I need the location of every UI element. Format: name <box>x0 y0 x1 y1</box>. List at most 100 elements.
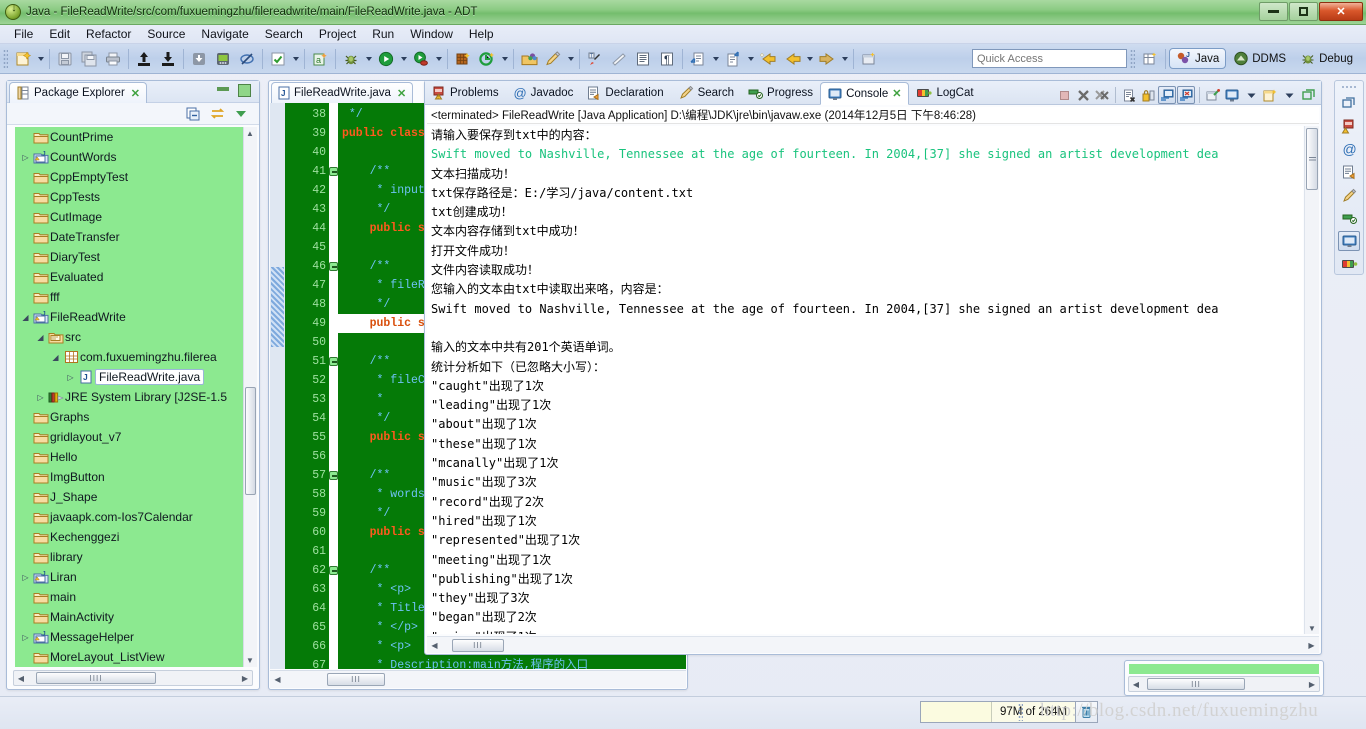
tab-filereadwrite-java[interactable]: J FileReadWrite.java ✕ <box>271 82 414 103</box>
tab-package-explorer[interactable]: Package Explorer ✕ <box>9 82 147 103</box>
save-all-icon[interactable] <box>78 48 100 70</box>
check-icon[interactable] <box>267 48 289 70</box>
menu-file[interactable]: File <box>6 26 41 42</box>
export-icon[interactable] <box>133 48 155 70</box>
tree-item[interactable]: javaapk.com-Ios7Calendar <box>15 507 243 527</box>
menu-source[interactable]: Source <box>139 26 193 42</box>
close-icon[interactable]: ✕ <box>131 87 140 100</box>
show-whitespace-icon[interactable]: ¶ <box>656 48 678 70</box>
progress-icon[interactable] <box>1338 208 1360 228</box>
expand-arrow-icon[interactable]: ▷ <box>64 373 77 382</box>
run-icon[interactable] <box>375 48 397 70</box>
show-console-on-output-icon[interactable] <box>1158 86 1176 104</box>
minimize-button[interactable] <box>1259 2 1288 21</box>
hscroll-thumb[interactable]: III <box>327 673 385 686</box>
tab-logcat[interactable]: LogCat <box>909 82 980 104</box>
scroll-left-arrow[interactable]: ◀ <box>427 641 442 650</box>
import-icon[interactable] <box>157 48 179 70</box>
restore-button[interactable] <box>1289 2 1318 21</box>
tree-item[interactable]: ▷ J MessageHelper <box>15 627 243 647</box>
tree-item[interactable]: ▷ JRE System Library [J2SE-1.5 <box>15 387 243 407</box>
tree-item[interactable]: CppTests <box>15 187 243 207</box>
menu-project[interactable]: Project <box>311 26 364 42</box>
console-vscrollbar[interactable]: ▲ ▼ <box>1304 126 1319 634</box>
scroll-right-arrow[interactable]: ▶ <box>238 674 252 683</box>
menu-help[interactable]: Help <box>461 26 502 42</box>
menu-run[interactable]: Run <box>364 26 402 42</box>
tree-item[interactable]: ◢ com.fuxuemingzhu.filerea <box>15 347 243 367</box>
editor-hscrollbar[interactable]: ◀ III <box>270 670 686 688</box>
fold-collapse-icon[interactable] <box>329 167 338 176</box>
package-explorer-vscrollbar[interactable]: ▲ ▼ <box>243 127 257 667</box>
tab-search[interactable]: Search <box>671 82 741 104</box>
tree-item[interactable]: ▷ J CountWords <box>15 147 243 167</box>
tree-item[interactable]: ◢ src <box>15 327 243 347</box>
new-wizard-icon[interactable] <box>12 48 34 70</box>
menu-navigate[interactable]: Navigate <box>193 26 256 42</box>
tree-item[interactable]: ImgButton <box>15 467 243 487</box>
expand-arrow-icon[interactable]: ◢ <box>34 333 47 342</box>
back-icon[interactable] <box>781 48 803 70</box>
close-icon[interactable]: ✕ <box>892 87 901 100</box>
expand-arrow-icon[interactable]: ◢ <box>49 353 62 362</box>
remove-launch-icon[interactable] <box>1074 86 1092 104</box>
clear-console-icon[interactable] <box>1120 86 1138 104</box>
fold-collapse-icon[interactable] <box>329 357 338 366</box>
dropdown-arrow[interactable] <box>1280 86 1298 104</box>
tree-item[interactable]: CutImage <box>15 207 243 227</box>
scroll-left-arrow[interactable]: ◀ <box>14 674 28 683</box>
open-resource-icon[interactable] <box>542 48 564 70</box>
expand-arrow-icon[interactable]: ◢ <box>19 313 32 322</box>
declaration-icon[interactable] <box>1338 162 1360 182</box>
link-with-editor-icon[interactable] <box>209 106 225 122</box>
trash-icon[interactable] <box>1075 702 1098 722</box>
display-selected-console-icon[interactable] <box>1223 86 1241 104</box>
terminate-icon[interactable] <box>1055 86 1073 104</box>
remove-all-terminated-icon[interactable] <box>1093 86 1111 104</box>
tree-item[interactable]: gridlayout_v7 <box>15 427 243 447</box>
new-java-project-dropdown-arrow[interactable] <box>499 48 510 70</box>
previous-annotation-dropdown-arrow[interactable] <box>745 48 756 70</box>
back-dropdown-arrow[interactable] <box>804 48 815 70</box>
pin-console-icon[interactable] <box>1204 86 1222 104</box>
perspective-debug[interactable]: Debug <box>1293 48 1360 69</box>
minimize-icon[interactable] <box>1299 86 1317 104</box>
previous-annotation-icon[interactable] <box>722 48 744 70</box>
print-icon[interactable] <box>102 48 124 70</box>
perspective-grip[interactable] <box>1129 48 1135 69</box>
last-edit-location-icon[interactable] <box>757 48 779 70</box>
open-perspective-icon[interactable] <box>1139 48 1161 70</box>
run-history-icon[interactable] <box>410 48 432 70</box>
open-console-icon[interactable] <box>1261 86 1279 104</box>
open-resource-dropdown-arrow[interactable] <box>565 48 576 70</box>
console-output[interactable]: 请输入要保存到txt中的内容： Swift moved to Nashville,… <box>427 126 1303 634</box>
maximize-icon[interactable] <box>238 84 251 97</box>
restore-icon[interactable] <box>1338 93 1360 113</box>
fold-collapse-icon[interactable] <box>329 566 338 575</box>
console-icon[interactable] <box>1338 231 1360 251</box>
quick-access-input[interactable] <box>971 49 1127 68</box>
console-hscrollbar[interactable]: ◀ III ▶ <box>427 636 1319 653</box>
tree-item[interactable]: Evaluated <box>15 267 243 287</box>
vscroll-thumb[interactable] <box>245 387 256 495</box>
search-icon[interactable]: T <box>584 48 606 70</box>
pin-editor-icon[interactable] <box>858 48 880 70</box>
android-avd-manager-icon[interactable] <box>212 48 234 70</box>
search-icon[interactable] <box>1338 185 1360 205</box>
next-annotation-dropdown-arrow[interactable] <box>710 48 721 70</box>
outline-hscrollbar[interactable]: ◀ III ▶ <box>1128 676 1320 692</box>
android-sdk-manager-icon[interactable] <box>188 48 210 70</box>
memory-indicator[interactable]: 97M of 264M <box>920 701 1099 723</box>
tree-item[interactable]: fff <box>15 287 243 307</box>
tree-item[interactable]: Graphs <box>15 407 243 427</box>
tree-item[interactable]: library <box>15 547 243 567</box>
lock-scroll-icon[interactable] <box>1139 86 1157 104</box>
tab-progress[interactable]: Progress <box>741 82 820 104</box>
project-tree[interactable]: CountPrime ▷ J CountWords CppEmptyTest CppTes… <box>15 127 243 667</box>
scroll-down-arrow[interactable]: ▼ <box>1308 624 1316 633</box>
dropdown-arrow[interactable] <box>1242 86 1260 104</box>
tab-problems[interactable]: ! Problems <box>425 82 506 104</box>
minimize-icon[interactable] <box>217 87 229 91</box>
tab-console[interactable]: Console ✕ <box>820 82 910 105</box>
next-annotation-icon[interactable] <box>687 48 709 70</box>
